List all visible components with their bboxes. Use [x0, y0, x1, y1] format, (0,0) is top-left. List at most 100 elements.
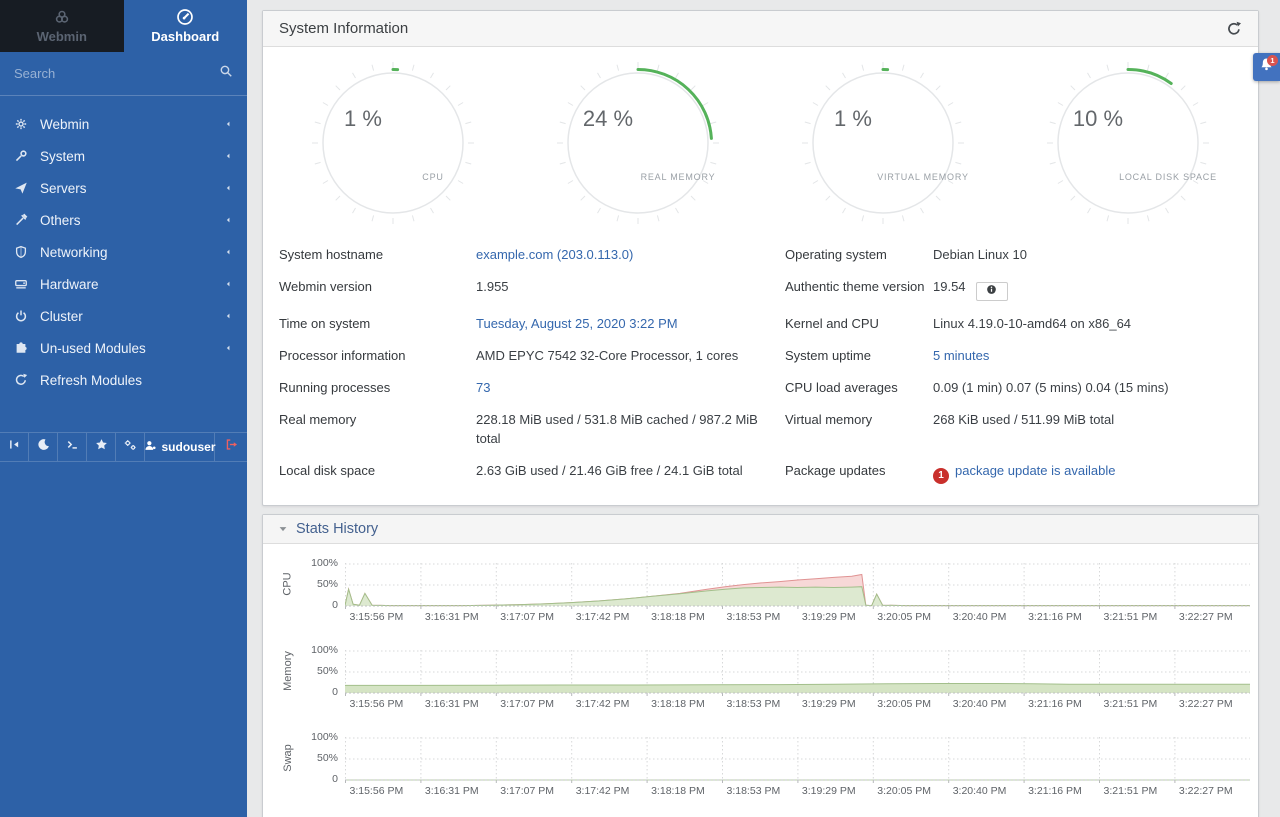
chart-axis-title-memory: Memory — [275, 647, 301, 695]
chart-plot-cpu: 3:15:56 PM3:16:31 PM3:17:07 PM3:17:42 PM… — [345, 560, 1250, 626]
svg-text:3:15:56 PM: 3:15:56 PM — [350, 785, 404, 797]
chart-memory: Memory100%50%03:15:56 PM3:16:31 PM3:17:0… — [275, 647, 1248, 713]
info-value-system-hostname: example.com (203.0.113.0) — [476, 239, 785, 271]
link-time-on-system[interactable]: Tuesday, August 25, 2020 3:22 PM — [476, 316, 678, 331]
sidebar: Webmin Dashboard Webmin System Servers Othe… — [0, 0, 247, 817]
info-value-time-on-system: Tuesday, August 25, 2020 3:22 PM — [476, 308, 785, 340]
info-value-real-memory: 228.18 MiB used / 531.8 MiB cached / 987… — [476, 404, 785, 454]
svg-text:3:21:51 PM: 3:21:51 PM — [1104, 785, 1158, 797]
sidebar-item-label: System — [40, 149, 223, 164]
sidebar-item-servers[interactable]: Servers — [0, 172, 247, 204]
stats-history-header[interactable]: Stats History — [263, 515, 1258, 544]
svg-text:3:18:53 PM: 3:18:53 PM — [727, 785, 781, 797]
svg-text:3:16:31 PM: 3:16:31 PM — [425, 785, 479, 797]
refresh-page-icon[interactable] — [1226, 21, 1242, 37]
sidebar-toolbar: sudouser — [0, 432, 247, 462]
search-icon[interactable] — [219, 64, 233, 83]
chart-cpu: CPU100%50%03:15:56 PM3:16:31 PM3:17:07 P… — [275, 560, 1248, 626]
sidebar-item-networking[interactable]: Networking — [0, 236, 247, 268]
notifications-button[interactable]: 1 — [1253, 53, 1280, 81]
update-count-badge: 1 — [933, 468, 949, 484]
collapse-sidebar-button[interactable] — [0, 433, 29, 461]
svg-text:3:19:29 PM: 3:19:29 PM — [802, 611, 856, 623]
terminal-button[interactable] — [58, 433, 87, 461]
sidebar-item-un-used-modules[interactable]: Un-used Modules — [0, 332, 247, 364]
sidebar-search-row — [0, 52, 247, 96]
current-user-button[interactable]: sudouser — [145, 433, 215, 461]
svg-text:3:20:40 PM: 3:20:40 PM — [953, 611, 1007, 623]
gauge-dial: 24 % REAL MEMORY — [542, 53, 734, 229]
link-system-uptime[interactable]: 5 minutes — [933, 348, 989, 363]
info-icon — [986, 282, 997, 300]
gauge-cpu: 1 %CPU — [272, 53, 515, 229]
sidebar-item-cluster[interactable]: Cluster — [0, 300, 247, 332]
theme-settings-button[interactable] — [116, 433, 145, 461]
stats-charts: CPU100%50%03:15:56 PM3:16:31 PM3:17:07 P… — [263, 544, 1258, 817]
sidebar-item-label: Others — [40, 213, 223, 228]
svg-text:REAL MEMORY: REAL MEMORY — [641, 172, 716, 182]
svg-text:24 %: 24 % — [583, 106, 633, 131]
hdd-icon — [14, 277, 40, 291]
info-label-processor-information: Processor information — [279, 340, 476, 372]
link-running-processes[interactable]: 73 — [476, 380, 490, 395]
svg-text:3:17:42 PM: 3:17:42 PM — [576, 611, 630, 623]
webmin-logo-icon — [53, 8, 71, 26]
current-user-name: sudouser — [162, 440, 216, 454]
sidebar-item-hardware[interactable]: Hardware — [0, 268, 247, 300]
sidebar-menu: Webmin System Servers Others NetworkingHardw… — [0, 96, 247, 396]
sidebar-item-label: Un-used Modules — [40, 341, 223, 356]
gauge-dial: 10 %LOCAL DISK SPACE — [1032, 53, 1224, 229]
collapse-icon — [8, 438, 21, 456]
svg-text:3:21:51 PM: 3:21:51 PM — [1104, 611, 1158, 623]
svg-text:3:20:05 PM: 3:20:05 PM — [877, 698, 931, 710]
svg-text:3:22:27 PM: 3:22:27 PM — [1179, 611, 1233, 623]
chart-axis-title-cpu: CPU — [275, 560, 301, 608]
svg-text:3:17:07 PM: 3:17:07 PM — [500, 698, 554, 710]
svg-text:1 %: 1 % — [834, 106, 872, 131]
favorites-button[interactable] — [87, 433, 116, 461]
info-value-authentic-theme-version: 19.54 — [933, 271, 1242, 308]
dashboard-gauge-icon — [176, 8, 194, 26]
chart-plot-memory: 3:15:56 PM3:16:31 PM3:17:07 PM3:17:42 PM… — [345, 647, 1250, 713]
info-value-virtual-memory: 268 KiB used / 511.99 MiB total — [933, 404, 1242, 454]
caret-left-icon — [223, 215, 233, 225]
chart-yticks: 100%50%0 — [301, 560, 345, 608]
power-icon — [14, 309, 40, 323]
caret-left-icon — [223, 151, 233, 161]
svg-text:3:15:56 PM: 3:15:56 PM — [350, 698, 404, 710]
svg-text:3:22:27 PM: 3:22:27 PM — [1179, 698, 1233, 710]
sidebar-item-webmin[interactable]: Webmin — [0, 108, 247, 140]
caret-left-icon — [223, 343, 233, 353]
svg-text:3:17:42 PM: 3:17:42 PM — [576, 785, 630, 797]
theme-info-button[interactable] — [976, 282, 1008, 301]
svg-text:3:16:31 PM: 3:16:31 PM — [425, 698, 479, 710]
tools-icon — [14, 213, 40, 227]
sidebar-item-refresh-modules[interactable]: Refresh Modules — [0, 364, 247, 396]
night-mode-button[interactable] — [29, 433, 58, 461]
svg-text:3:21:16 PM: 3:21:16 PM — [1028, 698, 1082, 710]
link-system-hostname[interactable]: example.com (203.0.113.0) — [476, 247, 633, 262]
search-input[interactable] — [14, 66, 219, 81]
svg-text:3:21:16 PM: 3:21:16 PM — [1028, 785, 1082, 797]
gears-icon — [123, 438, 137, 457]
svg-text:CPU: CPU — [423, 172, 444, 182]
paper-plane-icon — [14, 181, 40, 195]
gauge-virtual-memory: 1 %VIRTUAL MEMORY — [761, 53, 1004, 229]
info-label-running-processes: Running processes — [279, 372, 476, 404]
gear-icon — [14, 117, 40, 131]
tab-dashboard[interactable]: Dashboard — [124, 0, 248, 52]
svg-text:3:20:40 PM: 3:20:40 PM — [953, 698, 1007, 710]
logout-button[interactable] — [215, 433, 247, 461]
shield-icon — [14, 245, 40, 259]
sidebar-item-system[interactable]: System — [0, 140, 247, 172]
tab-webmin[interactable]: Webmin — [0, 0, 124, 52]
link-package-updates[interactable]: package update is available — [955, 463, 1115, 478]
stats-history-card: Stats History CPU100%50%03:15:56 PM3:16:… — [262, 514, 1259, 817]
info-label-kernel-and-cpu: Kernel and CPU — [785, 308, 933, 340]
sidebar-item-others[interactable]: Others — [0, 204, 247, 236]
info-value-kernel-and-cpu: Linux 4.19.0-10-amd64 on x86_64 — [933, 308, 1242, 340]
info-label-local-disk-space: Local disk space — [279, 455, 476, 491]
svg-text:3:18:53 PM: 3:18:53 PM — [727, 611, 781, 623]
tab-dashboard-label: Dashboard — [151, 29, 219, 44]
info-label-webmin-version: Webmin version — [279, 271, 476, 308]
